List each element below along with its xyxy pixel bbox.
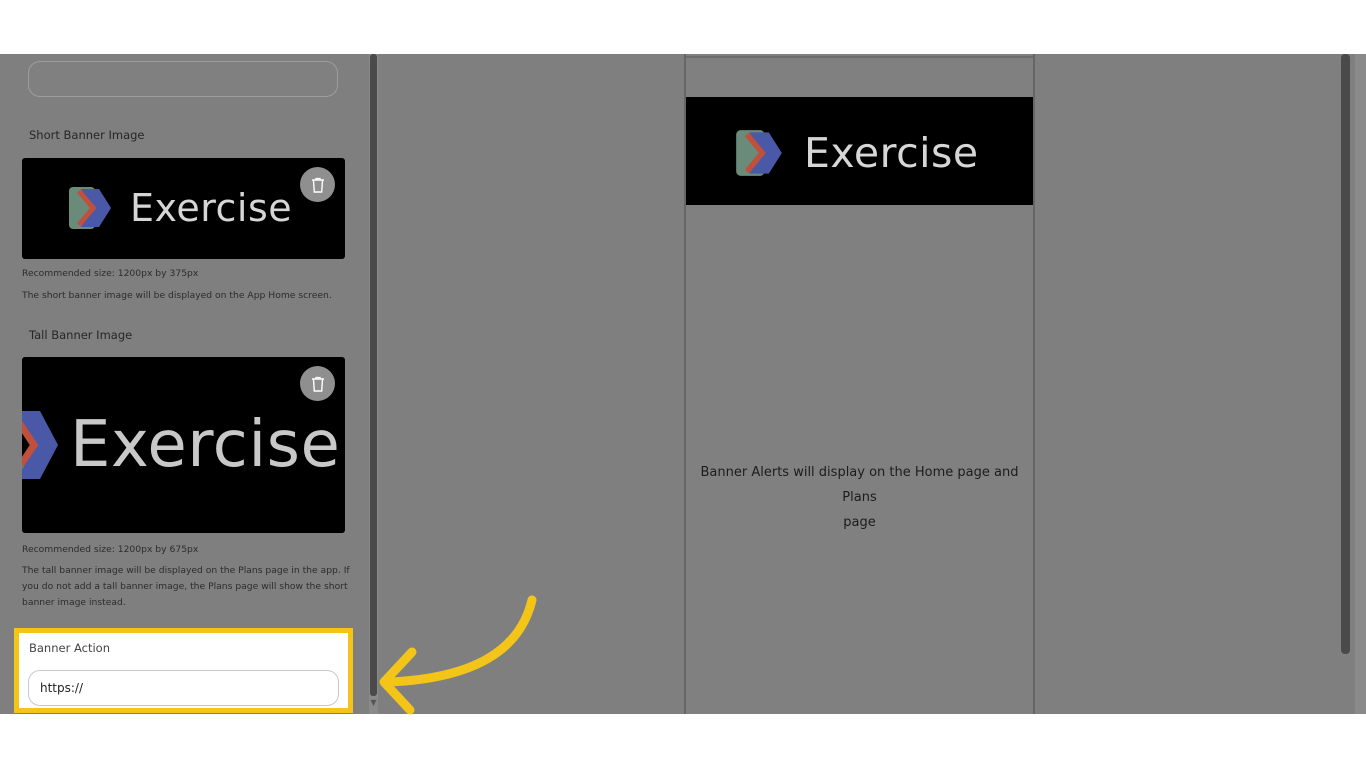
arrow-icon (379, 595, 537, 715)
tall-banner-image[interactable]: Exercise (22, 357, 345, 533)
trash-icon (311, 177, 324, 193)
preview-logo-text: Exercise (804, 129, 979, 177)
page-scrollbar-thumb[interactable] (1341, 54, 1350, 654)
short-banner-logo-text: Exercise (130, 186, 293, 230)
banner-action-section: Banner Action https:// (14, 628, 353, 713)
text-field[interactable] (28, 61, 338, 97)
short-banner-label: Short Banner Image (29, 128, 145, 142)
app-stage: Short Banner Image Exercise Recommended … (0, 54, 1366, 714)
tall-banner-description-line-3: banner image instead. (22, 597, 126, 608)
delete-short-banner-button[interactable] (300, 167, 335, 202)
delete-tall-banner-button[interactable] (300, 366, 335, 401)
tall-banner-label: Tall Banner Image (29, 328, 133, 342)
page-scrollbar-track[interactable] (1355, 54, 1366, 714)
exercise-logo: Exercise (22, 407, 340, 483)
preview-message: Banner Alerts will display on the Home p… (686, 460, 1033, 535)
short-banner-description: The short banner image will be displayed… (22, 290, 332, 301)
exercise-logo: Exercise (734, 128, 979, 178)
banner-action-label: Banner Action (29, 641, 110, 655)
exercise-logo-icon (736, 130, 782, 176)
tall-banner-size-hint: Recommended size: 1200px by 675px (22, 544, 199, 555)
tall-banner-logo-text: Exercise (70, 408, 341, 482)
preview-message-line-1: Banner Alerts will display on the Home p… (700, 465, 1019, 505)
tall-banner-description-line-2: you do not add a tall banner image, the … (22, 581, 348, 592)
exercise-logo-icon (69, 187, 111, 229)
preview-phone: Exercise Banner Alerts will display on t… (684, 54, 1035, 714)
banner-settings-panel: Short Banner Image Exercise Recommended … (0, 54, 370, 714)
preview-message-line-2: page (843, 515, 876, 530)
tall-banner-description-line-1: The tall banner image will be displayed … (22, 565, 350, 576)
exercise-logo-icon (22, 411, 58, 479)
trash-icon (311, 376, 324, 392)
short-banner-image[interactable]: Exercise (22, 158, 345, 259)
exercise-logo: Exercise (67, 185, 292, 231)
preview-banner-image: Exercise (686, 97, 1033, 205)
banner-action-url-input[interactable]: https:// (28, 670, 339, 706)
divider (686, 56, 1033, 58)
short-banner-size-hint: Recommended size: 1200px by 375px (22, 268, 199, 279)
